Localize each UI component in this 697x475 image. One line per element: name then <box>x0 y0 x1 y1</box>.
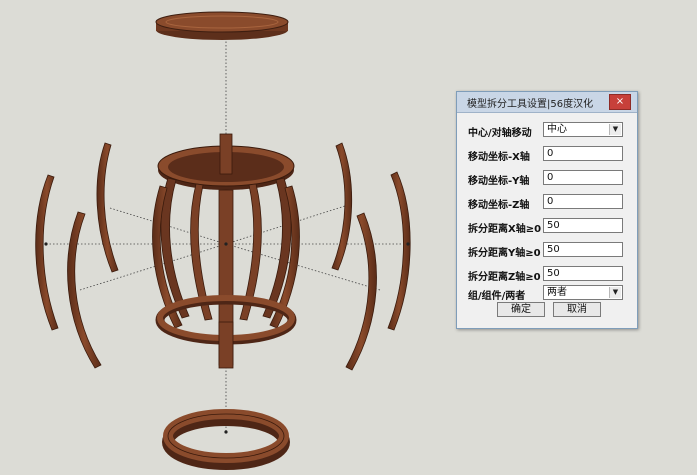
move-z-input[interactable]: 0 <box>543 194 623 209</box>
chevron-down-icon[interactable]: ▼ <box>609 287 621 298</box>
right-curved-slats[interactable] <box>331 142 411 371</box>
split-distance-z-input[interactable]: 50 <box>543 266 623 281</box>
left-curved-slats[interactable] <box>35 142 119 369</box>
move-x-label: 移动坐标-X轴 <box>468 152 530 163</box>
split-distance-x-input[interactable]: 50 <box>543 218 623 233</box>
move-z-label: 移动坐标-Z轴 <box>468 200 530 211</box>
move-y-label: 移动坐标-Y轴 <box>468 176 530 187</box>
chevron-down-icon[interactable]: ▼ <box>609 124 621 135</box>
close-button[interactable]: × <box>609 94 631 110</box>
center-axis-move-value: 中心 <box>547 124 567 135</box>
center-axis-move-label: 中心/对轴移动 <box>468 128 532 139</box>
bottom-base-ring[interactable] <box>162 409 290 470</box>
group-component-select[interactable]: 两者 ▼ <box>543 285 623 300</box>
stool-frame[interactable] <box>152 133 300 369</box>
split-tool-settings-dialog: 模型拆分工具设置|56度汉化 × 中心/对轴移动 中心 ▼ 移动坐标-X轴 0 … <box>456 91 638 329</box>
split-distance-y-label: 拆分距离Y轴≥0 <box>468 248 541 259</box>
dialog-titlebar[interactable]: 模型拆分工具设置|56度汉化 × <box>457 92 637 113</box>
center-axis-move-select[interactable]: 中心 ▼ <box>543 122 623 137</box>
group-component-label: 组/组件/两者 <box>468 291 526 302</box>
split-distance-x-label: 拆分距离X轴≥0 <box>468 224 542 235</box>
top-seat-disc[interactable] <box>155 11 289 40</box>
dialog-title: 模型拆分工具设置|56度汉化 <box>467 99 594 110</box>
move-y-input[interactable]: 0 <box>543 170 623 185</box>
move-x-input[interactable]: 0 <box>543 146 623 161</box>
cancel-button[interactable]: 取消 <box>553 302 601 317</box>
split-distance-z-label: 拆分距离Z轴≥0 <box>468 272 541 283</box>
group-component-value: 两者 <box>547 287 567 298</box>
split-distance-y-input[interactable]: 50 <box>543 242 623 257</box>
ok-button[interactable]: 确定 <box>497 302 545 317</box>
